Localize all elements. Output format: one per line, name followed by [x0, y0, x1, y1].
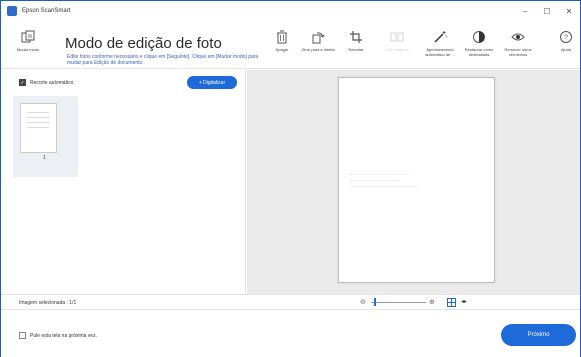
auto-enhance-label: Aprimoramento automático de ... [425, 47, 455, 57]
bottom-bar: Pule esta tela na próxima vez. Próximo [1, 311, 580, 357]
magic-wand-icon [433, 29, 447, 45]
merge-images-icon [390, 29, 404, 45]
scan-button[interactable]: + Digitalizar [187, 76, 237, 89]
restore-faded-button[interactable]: Restaurar cores desbotadas [461, 29, 497, 57]
close-button[interactable]: ✕ [558, 1, 580, 21]
eye-icon [511, 29, 525, 45]
trash-icon [276, 29, 288, 45]
preview-page [338, 77, 495, 283]
maximize-button[interactable]: ☐ [536, 1, 558, 21]
help-icon: ? [559, 29, 573, 45]
rotate-right-button[interactable]: Girar para a direita [301, 29, 335, 52]
help-label: Ajuda [560, 47, 572, 52]
help-button[interactable]: ? Ajuda [556, 29, 576, 52]
change-mode-icon [21, 29, 35, 45]
rotate-right-label: Girar para a direita [301, 47, 335, 52]
svg-text:?: ? [564, 35, 568, 42]
skip-screen-checkbox[interactable] [19, 332, 26, 339]
merge-images-label: Unir imagens [385, 47, 409, 52]
change-mode-label: Mudar modo [16, 47, 40, 52]
crop-icon [349, 29, 363, 45]
rotate-right-icon [311, 29, 325, 45]
next-button[interactable]: Próximo [501, 324, 576, 346]
fit-width-icon[interactable]: ◂▸ [461, 298, 467, 305]
zoom-slider[interactable] [371, 302, 426, 303]
mode-description: Edite fotos conforme necessário e clique… [67, 54, 259, 66]
app-logo-icon [7, 6, 17, 16]
thumbnail-page [20, 103, 57, 153]
page-faint-line [349, 186, 419, 187]
remove-red-eye-button[interactable]: Remover olhos vermelhos [498, 29, 538, 57]
remove-red-eye-label: Remover olhos vermelhos [504, 47, 532, 57]
delete-button[interactable]: Apagar [269, 29, 295, 52]
change-mode-button[interactable]: Mudar modo [13, 29, 43, 52]
skip-screen-label: Pule esta tela na próxima vez. [30, 332, 97, 339]
skip-screen-option[interactable]: Pule esta tela na próxima vez. [19, 332, 97, 339]
toolbar: Mudar modo Modo de edição de foto Edite … [1, 21, 580, 69]
status-bar: Imagem selecionada : 1/1 ⊖ ⊕ ◂▸ [1, 294, 580, 310]
window-controls: – ☐ ✕ [514, 1, 580, 21]
minimize-button[interactable]: – [514, 1, 536, 21]
auto-crop-option[interactable]: ✓ Recorte automático [19, 79, 73, 86]
auto-crop-checkbox[interactable]: ✓ [19, 79, 26, 86]
window-title: Epson ScanSmart [22, 8, 71, 14]
fit-page-icon[interactable] [447, 298, 456, 307]
preview-area [247, 70, 580, 294]
zoom-in-icon[interactable]: ⊕ [429, 298, 435, 306]
selected-images-info: Imagem selecionada : 1/1 [19, 300, 77, 306]
thumbnail-number: 1 [43, 155, 46, 161]
page-title: Modo de edição de foto [65, 35, 222, 52]
delete-label: Apagar [275, 47, 289, 52]
title-bar: Epson ScanSmart – ☐ ✕ [1, 1, 580, 21]
crop-label: Recortar [348, 47, 364, 52]
restore-color-icon [472, 29, 486, 45]
auto-crop-label: Recorte automático [30, 79, 74, 86]
auto-enhance-button[interactable]: Aprimoramento automático de ... [419, 29, 461, 57]
zoom-out-icon[interactable]: ⊖ [360, 298, 366, 306]
page-faint-line [349, 174, 409, 175]
merge-images-button[interactable]: Unir imagens [379, 29, 415, 52]
zoom-slider-thumb[interactable] [374, 298, 376, 306]
app-window: Epson ScanSmart – ☐ ✕ Mudar modo Modo de… [0, 0, 581, 357]
restore-faded-label: Restaurar cores desbotadas [464, 47, 494, 57]
crop-button[interactable]: Recortar [342, 29, 370, 52]
page-faint-line [349, 180, 399, 181]
